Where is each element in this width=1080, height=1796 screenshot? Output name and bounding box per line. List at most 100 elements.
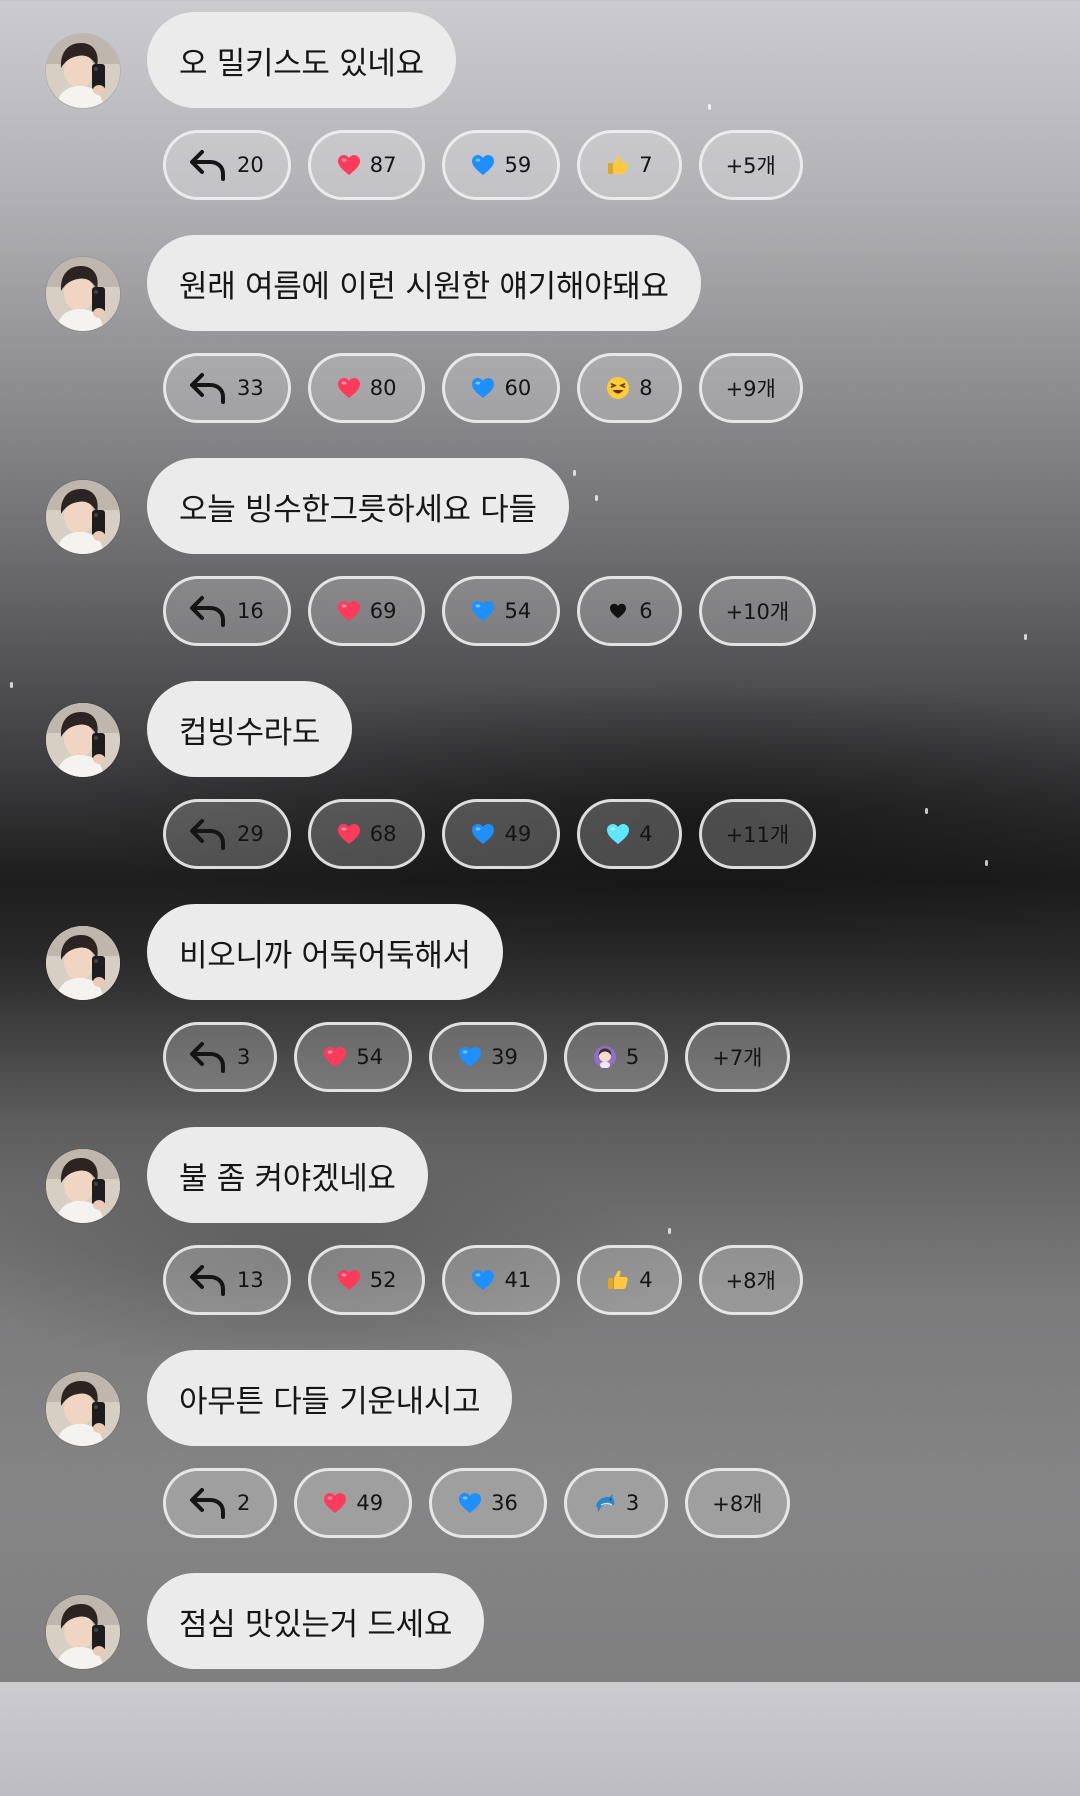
red-heart-icon [337,822,361,846]
laughing-face-icon [606,376,630,400]
more-reactions-button[interactable]: +8개 [698,1245,803,1315]
avatar[interactable] [46,257,120,331]
reaction-chip[interactable]: 49 [294,1468,413,1538]
reply-arrow-icon [188,1486,228,1520]
reply-count: 13 [237,1268,264,1292]
message-bubble[interactable]: 불 좀 켜야겠네요 [147,1127,428,1223]
more-reactions-button[interactable]: +9개 [698,353,803,423]
reply-button[interactable]: 3 [163,1022,278,1092]
reaction-count: 8 [639,376,653,400]
reply-count: 20 [237,153,264,177]
avatar[interactable] [46,703,120,777]
reaction-chip[interactable]: 8 [577,353,682,423]
more-reactions-button[interactable]: +7개 [685,1022,790,1092]
reaction-count: 4 [639,822,653,846]
reaction-chip[interactable]: 54 [294,1022,413,1092]
reply-button[interactable]: 16 [163,576,291,646]
more-reactions-label: +11개 [725,823,790,847]
reaction-chip[interactable]: 60 [442,353,561,423]
more-reactions-label: +8개 [712,1492,763,1516]
blue-heart-icon [471,153,495,177]
message-bubble[interactable]: 점심 맛있는거 드세요 [147,1573,485,1669]
reply-button[interactable]: 20 [163,130,291,200]
reply-button[interactable]: 33 [163,353,291,423]
reaction-chip[interactable]: 59 [442,130,561,200]
more-reactions-button[interactable]: +10개 [698,576,817,646]
reaction-count: 4 [639,1268,653,1292]
reply-count: 2 [237,1491,251,1515]
reaction-count: 59 [504,153,532,177]
message-feed: 오 밀키스도 있네요 20 87 59 7 +5개원래 여름에 이런 시원한 얘기해야돼요… [0,12,1080,1796]
chat-message: 아무튼 다들 기운내시고 2 49 36 3 +8개 [0,1350,1080,1573]
red-heart-icon [337,376,361,400]
more-reactions-button[interactable]: +11개 [698,799,817,869]
reaction-chip[interactable]: 49 [442,799,561,869]
reaction-count: 87 [369,153,397,177]
reaction-bar: 16 69 54 6 +10개 [163,576,817,646]
avatar[interactable] [46,480,120,554]
message-bubble[interactable]: 원래 여름에 이런 시원한 얘기해야돼요 [147,235,701,331]
avatar[interactable] [46,1149,120,1223]
reply-button[interactable]: 13 [163,1245,291,1315]
red-heart-icon [323,1491,347,1515]
reply-count: 29 [237,822,264,846]
reaction-count: 36 [491,1491,518,1515]
reply-count: 33 [237,376,264,400]
more-reactions-label: +9개 [725,377,776,401]
reaction-chip[interactable]: 5 [563,1022,669,1092]
reaction-chip[interactable]: 36 [429,1468,547,1538]
reaction-bar: 33 80 60 8 +9개 [163,353,803,423]
reaction-chip[interactable]: 4 [577,799,682,869]
message-bubble[interactable]: 오 밀키스도 있네요 [147,12,456,108]
reaction-bar: 3 54 39 5 +7개 [163,1022,790,1092]
message-bubble[interactable]: 오늘 빙수한그릇하세요 다들 [147,458,569,554]
reaction-chip[interactable]: 41 [442,1245,561,1315]
avatar[interactable] [46,34,120,108]
reaction-chip[interactable]: 80 [307,353,426,423]
more-reactions-label: +8개 [725,1269,776,1293]
reaction-count: 60 [504,376,532,400]
reaction-count: 39 [491,1045,518,1069]
blue-heart-icon [471,1268,495,1292]
reaction-chip[interactable]: 3 [563,1468,669,1538]
reaction-chip[interactable]: 87 [307,130,426,200]
reaction-count: 3 [625,1491,640,1515]
reaction-count: 69 [369,599,397,623]
reaction-chip[interactable]: 39 [429,1022,547,1092]
reaction-chip[interactable]: 7 [577,130,682,200]
message-bubble[interactable]: 비오니까 어둑어둑해서 [147,904,503,1000]
more-reactions-label: +5개 [725,154,776,178]
reaction-count: 49 [504,822,532,846]
reaction-bar: 13 52 41 4 +8개 [163,1245,803,1315]
chat-message: 비오니까 어둑어둑해서 3 54 39 5 +7개 [0,904,1080,1127]
reaction-chip[interactable]: 69 [307,576,426,646]
avatar[interactable] [46,1595,120,1669]
reaction-bar: 20 87 59 7 +5개 [163,130,803,200]
blue-heart-icon [471,822,495,846]
reply-arrow-icon [188,1263,228,1297]
reaction-bar: 2 49 36 3 +8개 [163,1468,790,1538]
reaction-count: 52 [369,1268,397,1292]
reaction-chip[interactable]: 4 [577,1245,682,1315]
reaction-chip[interactable]: 6 [577,576,682,646]
message-bubble[interactable]: 아무튼 다들 기운내시고 [147,1350,513,1446]
reaction-count: 6 [639,599,653,623]
dolphin-icon [593,1491,617,1515]
reply-count: 16 [237,599,264,623]
more-reactions-button[interactable]: +8개 [685,1468,790,1538]
reply-arrow-icon [188,371,228,405]
avatar[interactable] [46,1372,120,1446]
more-reactions-button[interactable]: +5개 [698,130,803,200]
chat-message: 오 밀키스도 있네요 20 87 59 7 +5개 [0,12,1080,235]
reply-button[interactable]: 2 [163,1468,278,1538]
message-bubble[interactable]: 컵빙수라도 [147,681,353,777]
chat-message: 오늘 빙수한그릇하세요 다들 16 69 54 6 +10개 [0,458,1080,681]
reaction-chip[interactable]: 52 [307,1245,426,1315]
black-heart-icon [606,599,630,623]
blue-heart-icon [458,1045,482,1069]
avatar[interactable] [46,926,120,1000]
reply-button[interactable]: 29 [163,799,291,869]
reaction-chip[interactable]: 54 [442,576,561,646]
reply-arrow-icon [188,594,228,628]
reaction-chip[interactable]: 68 [307,799,426,869]
